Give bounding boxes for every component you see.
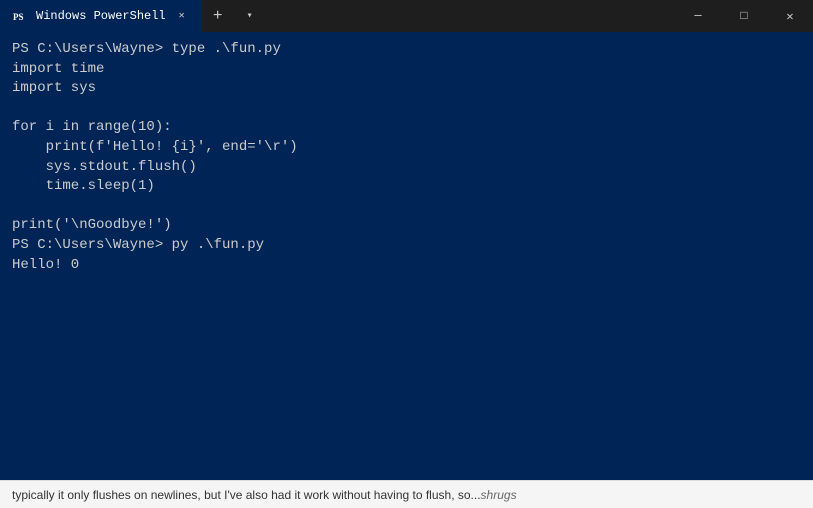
minimize-button[interactable]: ─ — [675, 0, 721, 32]
tab-dropdown-button[interactable]: ▾ — [234, 0, 266, 32]
bottom-italic-text: shrugs — [481, 488, 517, 502]
title-bar-left: PS Windows PowerShell ✕ + ▾ — [0, 0, 675, 32]
title-bar: PS Windows PowerShell ✕ + ▾ ─ □ ✕ — [0, 0, 813, 32]
powershell-icon: PS — [12, 8, 28, 24]
maximize-button[interactable]: □ — [721, 0, 767, 32]
terminal-output: PS C:\Users\Wayne> type .\fun.py import … — [0, 32, 813, 480]
window-controls: ─ □ ✕ — [675, 0, 813, 32]
tab-label: Windows PowerShell — [36, 9, 166, 23]
terminal-text: PS C:\Users\Wayne> type .\fun.py import … — [12, 40, 801, 275]
bottom-bar: typically it only flushes on newlines, b… — [0, 480, 813, 508]
svg-text:PS: PS — [13, 12, 24, 22]
close-button[interactable]: ✕ — [767, 0, 813, 32]
tab-close-button[interactable]: ✕ — [174, 8, 190, 24]
powershell-tab[interactable]: PS Windows PowerShell ✕ — [0, 0, 202, 32]
new-tab-button[interactable]: + — [202, 0, 234, 32]
bottom-normal-text: typically it only flushes on newlines, b… — [12, 488, 481, 502]
